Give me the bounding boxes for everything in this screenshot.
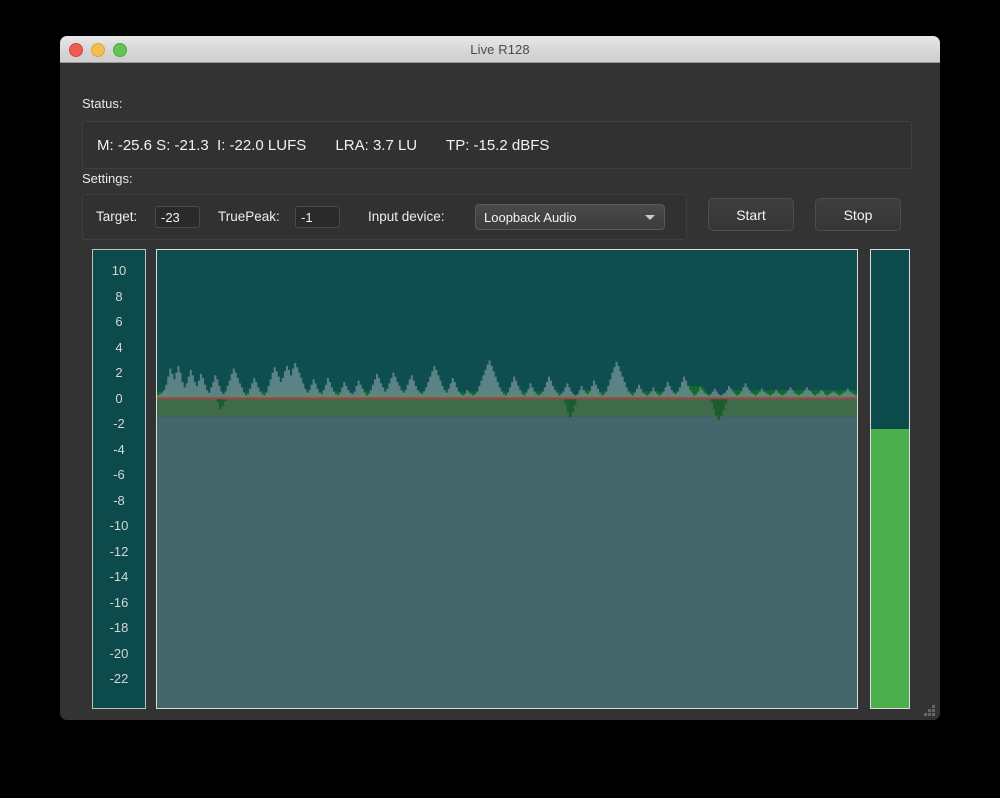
start-button[interactable]: Start — [708, 198, 794, 231]
y-axis-tick: 4 — [115, 339, 123, 355]
y-axis-tick: -4 — [113, 441, 125, 457]
input-device-select[interactable]: Loopback Audio — [475, 204, 665, 230]
graph-lower-fill — [157, 416, 857, 708]
stop-button[interactable]: Stop — [815, 198, 901, 231]
graph-shortterm-dip — [573, 398, 577, 405]
y-axis-tick: 10 — [111, 263, 127, 278]
target-label: Target: — [96, 209, 138, 224]
graph-target-line — [157, 397, 857, 400]
minimize-button[interactable] — [91, 43, 105, 57]
y-axis-tick: -10 — [109, 518, 129, 533]
y-axis-tick: -8 — [113, 492, 125, 508]
truepeak-label: TruePeak: — [218, 209, 280, 224]
y-axis-tick: -14 — [109, 569, 129, 584]
window-body: Status: M: -25.6 S: -21.3 I: -22.0 LUFS … — [60, 63, 940, 720]
loudness-graph[interactable] — [156, 249, 858, 709]
y-axis-tick: 6 — [115, 314, 123, 329]
status-panel: M: -25.6 S: -21.3 I: -22.0 LUFS LRA: 3.7… — [82, 121, 912, 169]
app-window: Live R128 Status: M: -25.6 S: -21.3 I: -… — [60, 36, 940, 720]
y-axis-tick: -12 — [109, 543, 129, 559]
truepeak-input[interactable] — [295, 206, 340, 228]
settings-label: Settings: — [82, 171, 133, 186]
y-axis-tick: 2 — [115, 365, 123, 380]
input-device-value: Loopback Audio — [484, 209, 577, 225]
y-axis-tick: -16 — [109, 594, 129, 610]
status-label: Status: — [82, 96, 123, 111]
y-axis-tick: 0 — [115, 390, 123, 406]
loudness-level-meter — [870, 249, 910, 709]
resize-grip[interactable] — [921, 702, 935, 716]
y-axis-tick: -20 — [109, 645, 129, 661]
y-axis-tick-list: 10 8 6 4 2 0 -2 -4 -6 -8 -10 -12 -14 -16 -18 -20 -22 — [93, 250, 145, 708]
y-axis-tick: 8 — [115, 288, 123, 304]
settings-panel: Target: TruePeak: Input device: Loopback… — [82, 194, 687, 240]
window-controls[interactable] — [69, 43, 127, 57]
zoom-button[interactable] — [113, 43, 127, 57]
y-axis-tick: -6 — [113, 467, 125, 482]
window-titlebar[interactable]: Live R128 — [60, 36, 940, 63]
graph-shortterm-band — [157, 398, 857, 417]
target-input[interactable] — [155, 206, 200, 228]
close-button[interactable] — [69, 43, 83, 57]
y-axis-tick: -18 — [109, 620, 129, 635]
chevron-down-icon — [645, 215, 655, 220]
loudness-graph-svg — [157, 360, 857, 708]
loudness-level-meter-fill — [871, 428, 909, 708]
screen: Live R128 Status: M: -25.6 S: -21.3 I: -… — [0, 0, 1000, 798]
status-readout: M: -25.6 S: -21.3 I: -22.0 LUFS LRA: 3.7… — [97, 136, 550, 154]
loudness-graph-canvas — [157, 250, 857, 708]
y-axis-tick: -22 — [109, 671, 129, 686]
input-device-label: Input device: — [368, 209, 445, 224]
y-axis-scale: 10 8 6 4 2 0 -2 -4 -6 -8 -10 -12 -14 -16 -18 -20 -22 — [92, 249, 146, 709]
y-axis-tick: -2 — [113, 416, 125, 431]
window-title: Live R128 — [470, 41, 530, 57]
